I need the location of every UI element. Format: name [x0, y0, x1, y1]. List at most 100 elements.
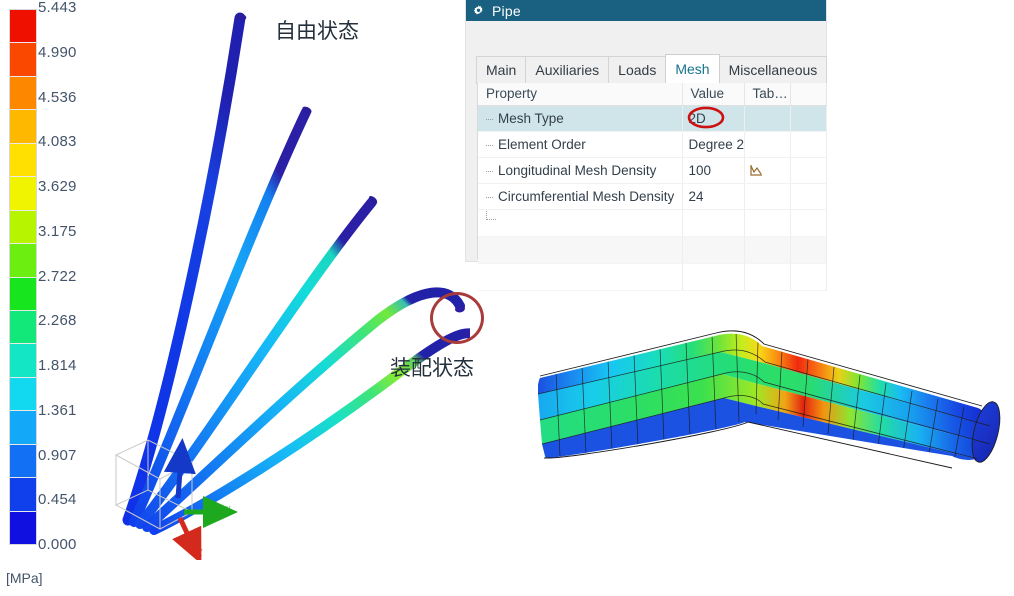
legend-color-band-8: [10, 277, 36, 311]
column-header-value[interactable]: Value: [682, 83, 745, 106]
tree-connector: [486, 144, 493, 146]
table-row-empty[interactable]: [478, 236, 827, 264]
dialog-tabstrip[interactable]: Main Auxiliaries Loads Mesh Miscellaneou…: [476, 54, 828, 84]
cell-property-longitudinal-mesh-density[interactable]: Longitudinal Mesh Density: [478, 157, 683, 184]
cell-empty: [744, 236, 791, 264]
legend-tick-label: 1.814: [38, 357, 77, 374]
cell-empty: [790, 236, 827, 264]
fem-3d-viewport[interactable]: Z Y X 自由状态 装配状态: [110, 0, 474, 596]
legend-color-band-3: [10, 110, 36, 144]
tab-auxiliaries[interactable]: Auxiliaries: [525, 56, 610, 83]
column-header-tab[interactable]: Tab…: [744, 83, 791, 106]
legend-tick-label: 2.722: [38, 267, 77, 285]
legend-color-band-12: [10, 411, 36, 445]
axis-triad: [163, 438, 238, 560]
gear-icon: [473, 5, 483, 15]
legend-tick-label: 1.361: [38, 401, 77, 419]
legend-color-band-9: [10, 310, 36, 345]
cell-spare-circumferential-mesh-density: [790, 183, 827, 210]
legend-color-band-0: [10, 10, 36, 44]
legend-tick-label: 0.454: [38, 491, 77, 509]
legend-color-band-13: [10, 444, 36, 479]
cell-value-longitudinal-mesh-density[interactable]: 100: [682, 157, 745, 184]
table-row-empty[interactable]: [478, 263, 827, 291]
cell-spare-longitudinal-mesh-density: [790, 157, 827, 184]
assembled-state-label: 装配状态: [390, 356, 474, 380]
legend-color-band-14: [10, 478, 36, 512]
table-row[interactable]: Element Order Degree 2: [478, 131, 827, 158]
legend-tick-label: 4.536: [38, 88, 77, 106]
legend-unit-label: [MPa]: [6, 570, 43, 586]
cell-tab-element-order[interactable]: [744, 131, 791, 158]
tab-miscellaneous[interactable]: Miscellaneous: [718, 56, 828, 83]
legend-tick-label: 0.907: [38, 446, 77, 464]
cell-empty: [790, 209, 827, 237]
cell-property-circumferential-mesh-density[interactable]: Circumferential Mesh Density: [478, 183, 683, 210]
cell-value-mesh-type[interactable]: 2D: [682, 105, 745, 132]
cell-property-mesh-type[interactable]: Mesh Type: [478, 105, 683, 132]
cell-tab-circumferential-mesh-density[interactable]: [744, 183, 791, 210]
bent-pipe-mesh-graphic: [537, 330, 1001, 469]
legend-color-band-1: [10, 43, 36, 77]
dialog-body: Main Auxiliaries Loads Mesh Miscellaneou…: [466, 21, 828, 291]
axis-y-label: Y: [225, 505, 231, 515]
legend-tick-label: 2.268: [38, 312, 77, 330]
cell-tab-mesh-type[interactable]: [744, 105, 791, 132]
cell-property-element-order[interactable]: Element Order: [478, 131, 683, 158]
legend-color-band-4: [10, 143, 36, 178]
color-legend-bar: [9, 9, 37, 545]
cell-empty: [790, 263, 827, 291]
tab-loads[interactable]: Loads: [608, 56, 667, 83]
legend-color-band-10: [10, 344, 36, 378]
axis-x-arrow: [172, 516, 202, 560]
tab-main[interactable]: Main: [476, 56, 527, 83]
legend-color-band-15: [10, 511, 36, 544]
chart-icon[interactable]: [749, 164, 763, 177]
legend-tick-label: 4.083: [38, 133, 77, 151]
cell-empty: [744, 209, 791, 237]
tab-mesh[interactable]: Mesh: [665, 54, 720, 83]
cell-value-circumferential-mesh-density[interactable]: 24: [682, 183, 745, 210]
legend-color-band-2: [10, 76, 36, 111]
legend-tick-label: 3.629: [38, 178, 77, 195]
color-legend-tick-labels: 5.443 4.990 4.536 4.083 3.629 3.175 2.722 2.268…: [38, 0, 104, 553]
table-row-empty[interactable]: [478, 209, 827, 237]
cell-spare-mesh-type: [790, 105, 827, 132]
column-header-property[interactable]: Property: [478, 83, 683, 106]
dialog-title: Pipe: [492, 2, 521, 19]
free-state-label: 自由状态: [275, 19, 359, 43]
legend-color-band-6: [10, 210, 36, 245]
legend-tick-label: 4.990: [38, 43, 77, 61]
legend-color-band-5: [10, 177, 36, 211]
legend-tick-label: 3.175: [38, 222, 77, 240]
cell-empty: [682, 263, 745, 291]
mesh-property-grid[interactable]: Property Value Tab… Mesh Type 2D Element…: [477, 83, 827, 291]
property-table: Property Value Tab… Mesh Type 2D Element…: [478, 83, 827, 291]
cell-value-element-order[interactable]: Degree 2: [682, 131, 745, 158]
column-header-spare: [790, 83, 827, 106]
axis-x-label: X: [197, 548, 203, 558]
annotation-circle-pipe-tip: [430, 292, 484, 344]
dialog-titlebar: Pipe: [466, 0, 826, 21]
pipe-properties-dialog[interactable]: Pipe Main Auxiliaries Loads Mesh Miscell…: [466, 0, 828, 291]
table-row[interactable]: Mesh Type 2D: [478, 105, 827, 132]
table-header-row: Property Value Tab…: [478, 83, 827, 106]
cell-empty: [682, 209, 745, 237]
cell-tab-longitudinal-mesh-density[interactable]: [744, 157, 791, 184]
legend-tick-label: 0.000: [38, 536, 77, 553]
tree-connector: [486, 170, 493, 172]
table-row[interactable]: Longitudinal Mesh Density 100: [478, 157, 827, 184]
table-row[interactable]: Circumferential Mesh Density 24: [478, 183, 827, 210]
bent-pipe-mesh-detail: [520, 310, 1014, 525]
cell-spare-element-order: [790, 131, 827, 158]
axis-z-arrow: [163, 438, 196, 499]
legend-color-band-7: [10, 244, 36, 278]
cell-empty: [478, 236, 683, 264]
tree-connector: [486, 118, 493, 120]
cell-empty: [744, 263, 791, 291]
cell-empty: [478, 209, 683, 237]
legend-color-band-11: [10, 377, 36, 412]
cell-empty: [478, 263, 683, 291]
cell-empty: [682, 236, 745, 264]
legend-tick-label: 5.443: [38, 0, 77, 16]
